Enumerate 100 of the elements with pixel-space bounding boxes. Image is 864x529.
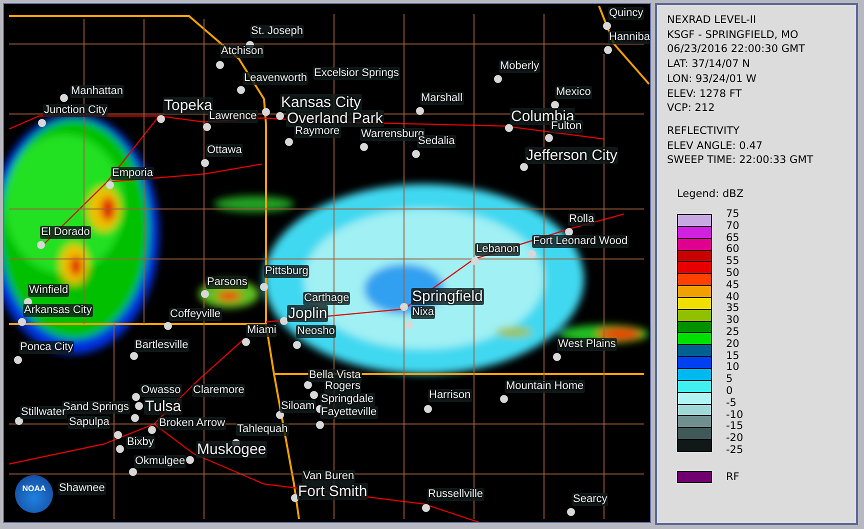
city-marker-icon (276, 411, 284, 419)
city-label: Coffeyville (169, 308, 222, 321)
legend-value: 60 (726, 244, 740, 256)
city-marker-icon (280, 317, 288, 325)
city-label: Fayetteville (320, 406, 378, 419)
city-marker-icon (416, 107, 424, 115)
city-marker-icon (505, 124, 513, 132)
city-label: Emporia (111, 167, 154, 180)
legend-value: -25 (726, 444, 744, 457)
legend-value: 45 (726, 280, 740, 292)
city-label: El Dorado (40, 226, 91, 239)
city-marker-icon (201, 159, 209, 167)
city-label: St. Joseph (250, 25, 304, 38)
city-label: Van Buren (302, 470, 356, 483)
city-label: Tahlequah (236, 423, 289, 436)
city-label: Russellville (427, 488, 484, 501)
station-info-text: LON: 93/24/01 W (667, 72, 758, 87)
city-label: Winfield (28, 284, 70, 297)
city-label: Overland Park (286, 110, 384, 127)
legend-value: 20 (726, 338, 740, 351)
city-marker-icon (316, 421, 324, 429)
station-info-text: ELEV: 1278 FT (667, 86, 743, 102)
city-label: Mexico (555, 86, 592, 99)
legend-value: 65 (726, 232, 740, 244)
station-info-text: NEXRAD LEVEL-II (667, 13, 758, 28)
city-marker-icon (186, 456, 194, 464)
city-label: Junction City (43, 104, 108, 117)
city-label: Springdale (320, 393, 375, 406)
city-marker-icon (360, 143, 368, 151)
legend-value: 0 (726, 386, 734, 398)
city-marker-icon (285, 138, 293, 146)
legend-value: 15 (726, 350, 740, 362)
city-label: Hanniba (608, 31, 650, 44)
city-label: Jefferson City (525, 147, 618, 164)
legend-value: 70 (726, 220, 740, 233)
legend-value: -15 (726, 421, 744, 433)
city-marker-icon (130, 352, 138, 360)
product-info-text: REFLECTIVITY (667, 124, 740, 139)
product-info-text: ELEV ANGLE: 0.47 (667, 138, 764, 154)
legend-value: -5 (726, 398, 738, 410)
legend-value: 40 (726, 292, 740, 303)
city-marker-icon (14, 356, 22, 364)
city-label: Tulsa (144, 398, 182, 415)
city-label: Owasso (140, 384, 182, 397)
city-label: Rolla (568, 213, 596, 226)
city-label: Neosho (296, 325, 336, 338)
station-info-text: LAT: 37/14/07 N (667, 57, 751, 72)
city-label: Joplin (287, 305, 328, 322)
legend-value: 10 (726, 362, 740, 374)
city-label: Kansas City (280, 94, 362, 111)
city-label: Muskogee (196, 441, 268, 458)
city-marker-icon (15, 417, 23, 425)
legend-value: 50 (726, 268, 740, 280)
city-label: Claremore (192, 384, 246, 397)
city-marker-icon (262, 108, 270, 116)
city-label: Siloam (280, 400, 316, 413)
legend-value: 55 (726, 256, 740, 268)
city-marker-icon (553, 353, 561, 361)
noaa-logo-icon: NOAA (15, 475, 53, 513)
city-marker-icon (148, 426, 156, 434)
city-label: Topeka (163, 97, 214, 114)
city-marker-icon (242, 338, 250, 346)
city-marker-icon (424, 405, 432, 413)
city-marker-icon (291, 494, 299, 502)
legend-title: Legend: dBZ (677, 188, 745, 200)
city-label: Parsons (206, 276, 248, 289)
city-label: Okmulgee (134, 455, 186, 468)
city-label: Arkansas City (23, 304, 93, 317)
city-marker-icon (494, 75, 502, 83)
city-label: Searcy (572, 493, 608, 506)
city-marker-icon (164, 322, 172, 330)
city-marker-icon (412, 150, 420, 158)
city-label: Ponca City (19, 341, 74, 354)
city-marker-icon (131, 414, 139, 422)
city-marker-icon (603, 22, 611, 30)
city-label: Rogers (324, 380, 362, 393)
product-info-text: SWEEP TIME: 22:00:33 GMT (667, 153, 814, 168)
city-marker-icon (422, 504, 430, 512)
city-label: Atchison (220, 45, 264, 58)
city-label: Raymore (294, 125, 341, 138)
city-label: Stillwater (20, 406, 67, 419)
city-marker-icon (293, 341, 301, 349)
city-label: Nixa (411, 306, 436, 319)
city-label: Manhattan (70, 85, 124, 98)
city-marker-icon (203, 123, 211, 131)
legend-value: 35 (726, 303, 740, 315)
city-label: Moberly (499, 60, 540, 73)
city-marker-icon (38, 119, 46, 127)
legend-value: 5 (726, 374, 734, 386)
city-marker-icon (114, 431, 122, 439)
city-marker-icon (310, 391, 318, 399)
city-label: Broken Arrow (158, 417, 226, 430)
city-label: Leavenworth (243, 72, 308, 85)
city-label: Excelsior Springs (313, 67, 400, 80)
city-label: Harrison (428, 389, 472, 402)
legend-value: 25 (726, 327, 740, 339)
city-marker-icon (276, 112, 284, 120)
city-label: Quincy (608, 7, 644, 20)
station-info-text: 06/23/2016 22:00:30 GMT (667, 42, 806, 58)
city-marker-icon (157, 115, 165, 123)
